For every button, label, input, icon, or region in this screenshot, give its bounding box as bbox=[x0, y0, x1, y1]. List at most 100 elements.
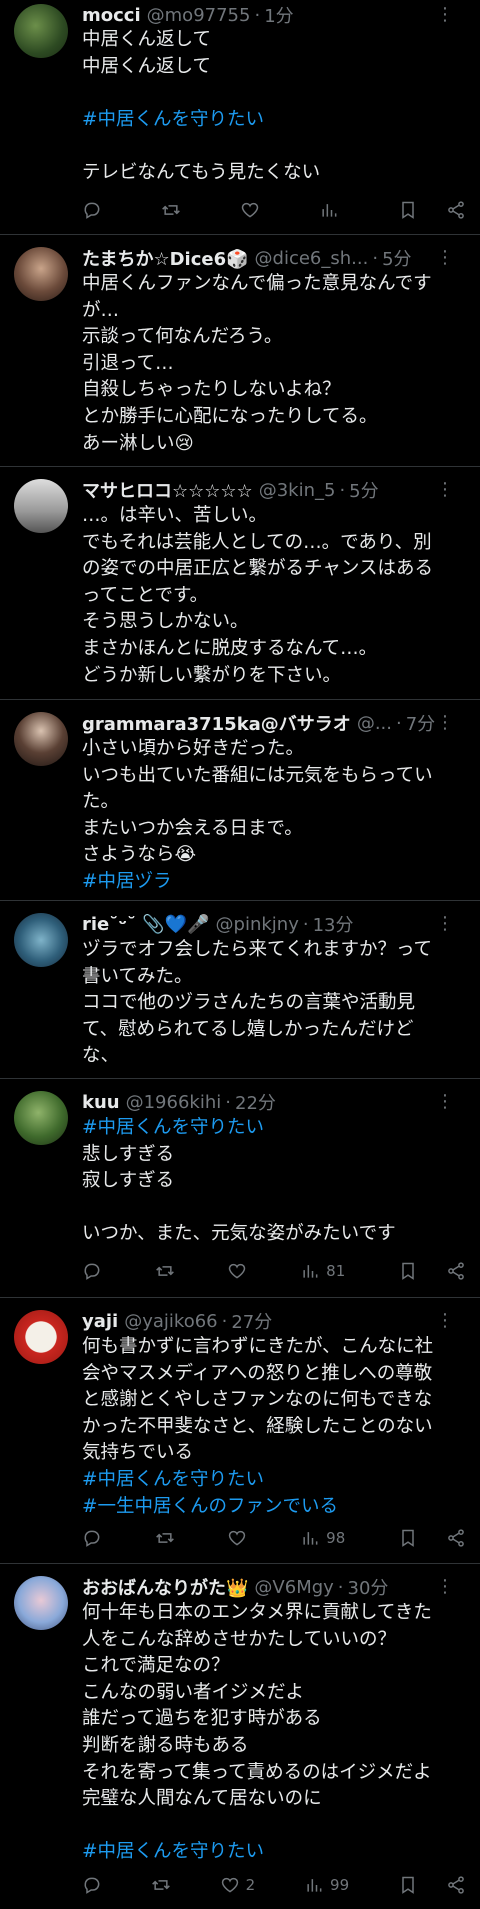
timestamp[interactable]: 1分 bbox=[264, 2, 293, 28]
handle[interactable]: @dice6_sh... bbox=[255, 248, 369, 269]
avatar[interactable] bbox=[14, 479, 68, 533]
avatar[interactable] bbox=[14, 913, 68, 967]
repost-icon bbox=[162, 205, 180, 215]
text-line: これで満足なの？ bbox=[82, 1655, 230, 1677]
timestamp[interactable]: 5分 bbox=[382, 245, 411, 271]
post[interactable]: yaji @yajiko66 · 27分 ⋮ 何も書かずに言わずにきたが、こんなに… bbox=[0, 1298, 480, 1564]
handle[interactable]: @mo97755 bbox=[147, 5, 251, 26]
text-line: た。 bbox=[82, 791, 120, 813]
reply-button[interactable] bbox=[82, 200, 102, 220]
display-name[interactable]: おおばんなりがた👑 bbox=[82, 1574, 248, 1600]
text-line: かった不甲斐なさと、経験したことのない bbox=[82, 1415, 433, 1437]
text-line: テレビなんてもう見たくない bbox=[82, 161, 321, 183]
hashtag-link[interactable]: #中居くんを守りたい bbox=[82, 1115, 468, 1142]
like-button[interactable]: 2 bbox=[220, 1875, 255, 1895]
handle[interactable]: @1966kihi bbox=[126, 1092, 222, 1113]
timestamp[interactable]: 13分 bbox=[313, 911, 354, 937]
bookmark-button[interactable] bbox=[398, 1261, 418, 1281]
post[interactable]: rie˘ᵕ˘ 📎💙🎤 @pinkjny · 13分 ⋮ ヅラでオフ会したら来てくれ… bbox=[0, 901, 480, 1079]
bookmark-button[interactable] bbox=[398, 1528, 418, 1548]
timestamp[interactable]: 22分 bbox=[235, 1089, 276, 1115]
handle[interactable]: @V6Mgy bbox=[254, 1577, 333, 1598]
repost-button[interactable] bbox=[151, 1875, 171, 1895]
hashtag-link[interactable]: #一生中居くんのファンでいる bbox=[82, 1494, 468, 1521]
handle[interactable]: @yajiko66 bbox=[124, 1311, 217, 1332]
bookmark-button[interactable] bbox=[398, 1875, 418, 1895]
like-button[interactable] bbox=[240, 200, 260, 220]
post[interactable]: たまちか☆Dice6🎲 @dice6_sh... · 5分 ⋮ 中居くんファンなん… bbox=[0, 235, 480, 467]
display-name[interactable]: mocci bbox=[82, 5, 141, 26]
hashtag-link[interactable]: #中居くんを守りたい bbox=[82, 107, 468, 134]
post[interactable]: grammara3715ka@バサラオ @... · 7分 ⋮ 小さい頃から好きだ… bbox=[0, 700, 480, 901]
text-line: 示談って何なんだろう。 bbox=[82, 326, 283, 348]
share-button[interactable] bbox=[446, 1528, 466, 1548]
share-icon bbox=[448, 1529, 464, 1547]
avatar[interactable] bbox=[14, 247, 68, 301]
bookmark-icon bbox=[402, 1262, 414, 1280]
more-icon[interactable]: ⋮ bbox=[436, 479, 454, 500]
heart-icon bbox=[229, 1530, 246, 1546]
post[interactable]: kuu @1966kihi · 22分 ⋮ #中居くんを守りたい 悲しすぎる 寂し… bbox=[0, 1079, 480, 1298]
more-icon[interactable]: ⋮ bbox=[436, 913, 454, 934]
display-name[interactable]: たまちか☆Dice6🎲 bbox=[82, 245, 249, 271]
like-button[interactable] bbox=[227, 1528, 247, 1548]
avatar[interactable] bbox=[14, 1091, 68, 1145]
like-button[interactable] bbox=[227, 1261, 247, 1281]
handle[interactable]: @pinkjny bbox=[216, 914, 299, 935]
text-line: あー淋しい😢 bbox=[82, 432, 194, 454]
more-icon[interactable]: ⋮ bbox=[436, 712, 454, 733]
repost-button[interactable] bbox=[161, 200, 181, 220]
share-button[interactable] bbox=[446, 1261, 466, 1281]
post[interactable]: mocci @mo97755 · 1分 ⋮ 中居くん返して 中居くん返して #中居… bbox=[0, 0, 480, 235]
more-icon[interactable]: ⋮ bbox=[436, 1576, 454, 1597]
more-icon[interactable]: ⋮ bbox=[436, 247, 454, 268]
avatar[interactable] bbox=[14, 1310, 68, 1364]
reply-button[interactable] bbox=[82, 1261, 102, 1281]
bookmark-button[interactable] bbox=[398, 200, 418, 220]
display-name[interactable]: yaji bbox=[82, 1311, 118, 1332]
share-button[interactable] bbox=[446, 1875, 466, 1895]
text-line: ってことです。 bbox=[82, 584, 209, 606]
text-line: 何も書かずに言わずにきたが、こんなに社 bbox=[82, 1336, 434, 1357]
more-icon[interactable]: ⋮ bbox=[436, 1310, 454, 1331]
reply-icon bbox=[84, 202, 100, 219]
avatar[interactable] bbox=[14, 712, 68, 766]
handle[interactable]: @3kin_5 bbox=[259, 480, 336, 501]
hashtag-link[interactable]: #中居くんを守りたい bbox=[82, 1467, 468, 1494]
views-button[interactable] bbox=[319, 200, 339, 220]
avatar[interactable] bbox=[14, 1576, 68, 1630]
repost-button[interactable] bbox=[155, 1261, 175, 1281]
text-line bbox=[82, 1195, 468, 1222]
more-icon[interactable]: ⋮ bbox=[436, 4, 454, 25]
text-line: 中居くんファンなんで偏った意見なんです bbox=[82, 273, 432, 294]
hashtag-link[interactable]: #中居くんを守りたい bbox=[82, 1839, 468, 1866]
timestamp[interactable]: 27分 bbox=[231, 1308, 272, 1334]
text-line bbox=[82, 1813, 468, 1840]
post[interactable]: おおばんなりがた👑 @V6Mgy · 30分 ⋮ 何十年も日本のエンタメ界に貢献し… bbox=[0, 1564, 480, 1909]
views-button[interactable]: 81 bbox=[300, 1261, 345, 1281]
timestamp[interactable]: 7分 bbox=[406, 710, 435, 736]
display-name[interactable]: マサヒロコ☆☆☆☆☆ bbox=[82, 477, 253, 503]
more-icon[interactable]: ⋮ bbox=[436, 1091, 454, 1112]
views-icon bbox=[303, 1532, 318, 1545]
display-name[interactable]: kuu bbox=[82, 1092, 120, 1113]
post[interactable]: マサヒロコ☆☆☆☆☆ @3kin_5 · 5分 ⋮ …。は辛い、苦しい。 でもそれ… bbox=[0, 467, 480, 700]
text-line: 何十年も日本のエンタメ界に貢献してきた bbox=[82, 1602, 432, 1623]
display-name[interactable]: rie˘ᵕ˘ 📎💙🎤 bbox=[82, 914, 210, 935]
display-name[interactable]: grammara3715ka@バサラオ bbox=[82, 710, 351, 736]
reply-button[interactable] bbox=[82, 1875, 102, 1895]
text-line: とか勝手に心配になったりしてる。 bbox=[82, 405, 378, 427]
share-button[interactable] bbox=[446, 200, 466, 220]
views-button[interactable]: 99 bbox=[304, 1875, 349, 1895]
repost-button[interactable] bbox=[155, 1528, 175, 1548]
handle[interactable]: @... bbox=[357, 713, 392, 734]
post-header: マサヒロコ☆☆☆☆☆ @3kin_5 · 5分 ⋮ bbox=[82, 477, 454, 503]
text-line: ヅラでオフ会したら来てくれますか？って bbox=[82, 939, 433, 960]
timestamp[interactable]: 5分 bbox=[349, 477, 378, 503]
timestamp[interactable]: 30分 bbox=[348, 1574, 389, 1600]
reply-button[interactable] bbox=[82, 1528, 102, 1548]
hashtag-link[interactable]: #中居ヅラ bbox=[82, 869, 468, 896]
avatar[interactable] bbox=[14, 4, 68, 58]
text-line: まさかほんとに脱皮するなんて…。 bbox=[82, 637, 378, 659]
views-button[interactable]: 98 bbox=[300, 1528, 345, 1548]
